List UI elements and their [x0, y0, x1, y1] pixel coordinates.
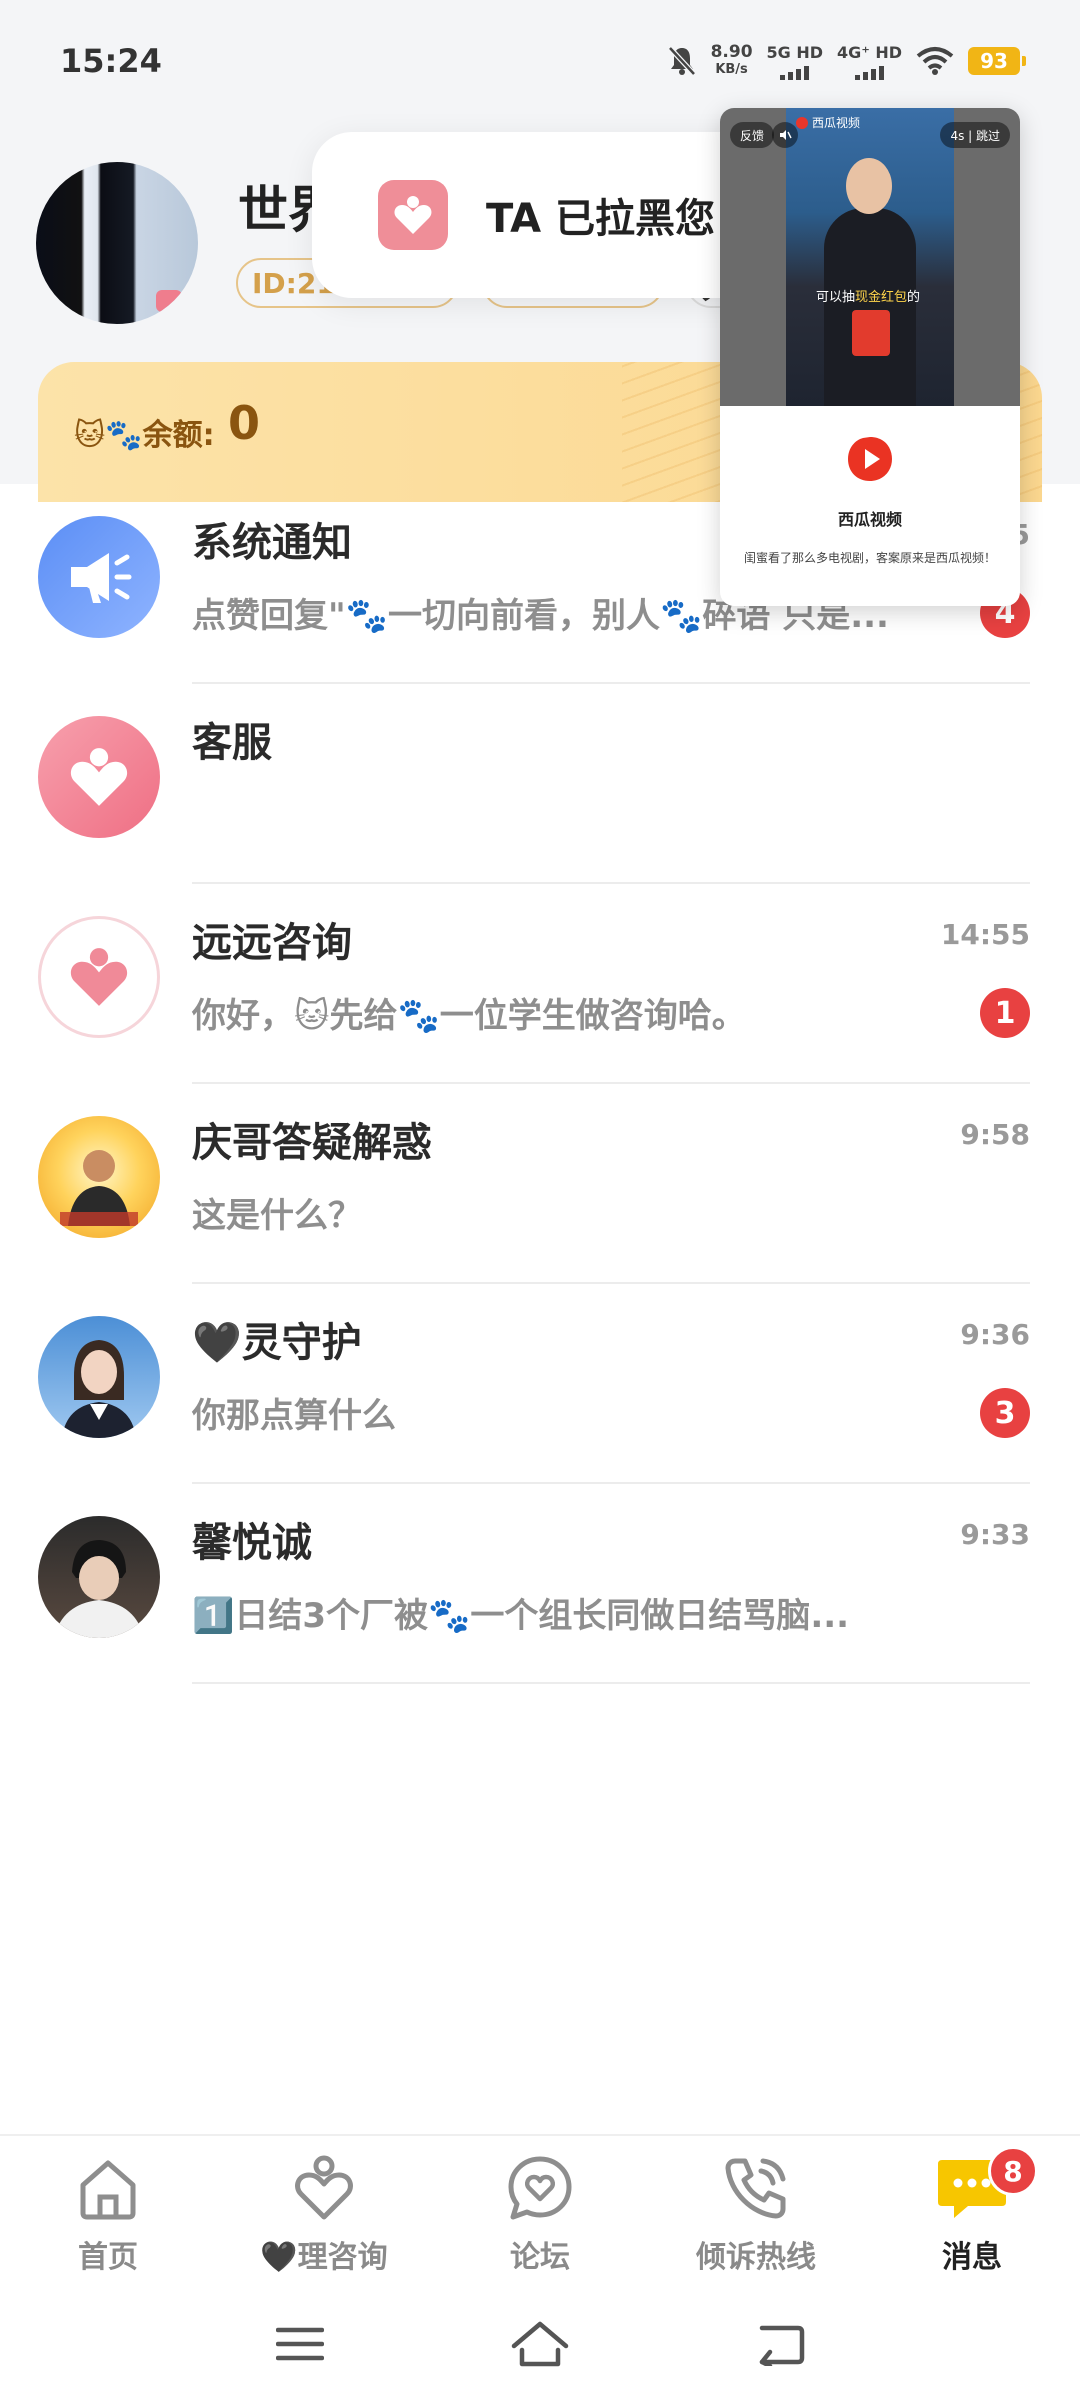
tab-consult[interactable]: 🖤理咨询: [216, 2150, 432, 2280]
tab-label: 消息: [942, 2240, 1002, 2275]
bottom-tab-bar: 首页 🖤理咨询 论坛 倾诉热线 消息 8: [0, 2134, 1080, 2284]
mute-icon[interactable]: [772, 122, 798, 148]
user-photo: [38, 1316, 160, 1438]
sim2-label: 4G⁺ HD: [837, 42, 902, 62]
divider: [192, 1682, 1030, 1684]
message-title: 远远咨询: [192, 920, 352, 966]
toast-text: TA 已拉黑您: [486, 196, 716, 242]
tab-label: 首页: [78, 2240, 138, 2275]
megaphone-icon: [38, 516, 160, 638]
tab-hotline[interactable]: 倾诉热线: [648, 2150, 864, 2280]
ad-brand-small: 西瓜视频: [796, 114, 860, 131]
ad-caption-prefix: 可以抽: [816, 290, 856, 305]
chat-heart-icon: [502, 2150, 578, 2226]
message-preview: 你好，🐱先给🐾一位学生做咨询哈。: [192, 996, 746, 1036]
status-time: 15:24: [60, 42, 162, 80]
tab-home[interactable]: 首页: [0, 2150, 216, 2280]
message-preview: 1️⃣日结3个厂被🐾一个组长同做日结骂脑...: [192, 1596, 850, 1636]
ad-video[interactable]: 西瓜视频 反馈 4s | 跳过 可以抽现金红包的: [720, 108, 1020, 406]
user-photo: [38, 1516, 160, 1638]
message-time: 14:55: [940, 918, 1030, 951]
back-icon[interactable]: [750, 2314, 810, 2374]
ad-title: 西瓜视频: [837, 510, 902, 529]
unread-badge: 1: [980, 988, 1030, 1038]
ad-description: 闺蜜看了那么多电视剧，客案原来是西瓜视频！: [743, 551, 996, 565]
battery-icon: 93: [968, 47, 1026, 75]
home-icon: [70, 2150, 146, 2226]
message-title: 客服: [192, 720, 272, 766]
avatar-badge: [156, 290, 182, 312]
home-nav-icon[interactable]: [510, 2314, 570, 2374]
balance-value: 0: [228, 396, 261, 450]
message-preview: 这是什么？: [192, 1196, 362, 1236]
message-time: 9:58: [960, 1118, 1030, 1151]
unread-badge: 3: [980, 1388, 1030, 1438]
ad-person: [824, 208, 916, 406]
list-item-customer-service[interactable]: 客服: [0, 684, 1080, 884]
net-speed: 8.90 KB/s: [711, 44, 753, 78]
ad-brand-small-text: 西瓜视频: [812, 116, 861, 130]
message-time: 9:36: [960, 1318, 1030, 1351]
signal-icon: [855, 64, 885, 80]
ad-caption-highlight: 现金红包: [855, 290, 908, 305]
signal-sim2: 4G⁺ HD: [837, 43, 902, 80]
list-item-xinyuecheng[interactable]: 馨悦诚 1️⃣日结3个厂被🐾一个组长同做日结骂脑... 9:33: [0, 1484, 1080, 1684]
tab-unread-badge: 8: [988, 2146, 1038, 2196]
message-preview: 你那点算什么: [192, 1396, 396, 1436]
red-envelope-icon: [852, 310, 890, 356]
wifi-icon: [916, 46, 954, 76]
sim1-label: 5G HD: [766, 42, 824, 62]
signal-sim1: 5G HD: [766, 42, 824, 80]
mute-bell-icon: [667, 45, 697, 77]
system-navigation-bar: [0, 2284, 1080, 2408]
tab-messages[interactable]: 消息 8: [864, 2146, 1080, 2280]
message-title: 🖤灵守护: [192, 1320, 362, 1366]
net-speed-unit: KB/s: [715, 62, 748, 77]
tab-forum[interactable]: 论坛: [432, 2150, 648, 2280]
list-item-qingge[interactable]: 庆哥答疑解惑 这是什么？ 9:58: [0, 1084, 1080, 1284]
menu-icon[interactable]: [270, 2314, 330, 2374]
ad-feedback-button[interactable]: 反馈: [730, 122, 775, 148]
ad-caption-suffix: 的: [907, 290, 921, 305]
status-icons: 8.90 KB/s 5G HD 4G⁺ HD 93: [667, 38, 1026, 84]
heart-person-icon: [38, 716, 160, 838]
ad-caption: 可以抽现金红包的: [816, 286, 920, 305]
profile-avatar[interactable]: [36, 162, 198, 324]
list-item-consult[interactable]: 远远咨询 你好，🐱先给🐾一位学生做咨询哈。 14:55 1: [0, 884, 1080, 1084]
blocked-toast: TA 已拉黑您: [312, 132, 782, 298]
heart-person-icon: [286, 2150, 362, 2226]
xigua-logo-icon: [845, 434, 895, 484]
ad-skip-button[interactable]: 4s | 跳过: [940, 122, 1010, 148]
message-title: 系统通知: [192, 520, 352, 566]
signal-icon: [780, 64, 810, 80]
status-bar: 15:24 8.90 KB/s 5G HD 4G⁺ HD 93: [0, 0, 1080, 120]
tab-label: 🖤理咨询: [260, 2240, 388, 2275]
ad-person-head: [846, 158, 892, 214]
app-logo-icon: [378, 180, 448, 250]
balance-label: 🐱🐾余额:: [74, 418, 215, 453]
tab-label: 倾诉热线: [696, 2240, 816, 2275]
phone-icon: [718, 2150, 794, 2226]
user-photo: [38, 1116, 160, 1238]
list-item-guardian[interactable]: 🖤灵守护 你那点算什么 9:36 3: [0, 1284, 1080, 1484]
video-ad-popup[interactable]: 西瓜视频 反馈 4s | 跳过 可以抽现金红包的 西瓜视频 闺蜜看了那么多电视剧…: [720, 108, 1020, 606]
message-title: 庆哥答疑解惑: [192, 1120, 432, 1166]
message-time: 9:33: [960, 1518, 1030, 1551]
tab-label: 论坛: [510, 2240, 570, 2275]
net-speed-value: 8.90: [710, 42, 753, 62]
xigua-small-icon: [796, 116, 808, 129]
message-title: 馨悦诚: [192, 1520, 312, 1566]
heart-person-icon: [38, 916, 160, 1038]
